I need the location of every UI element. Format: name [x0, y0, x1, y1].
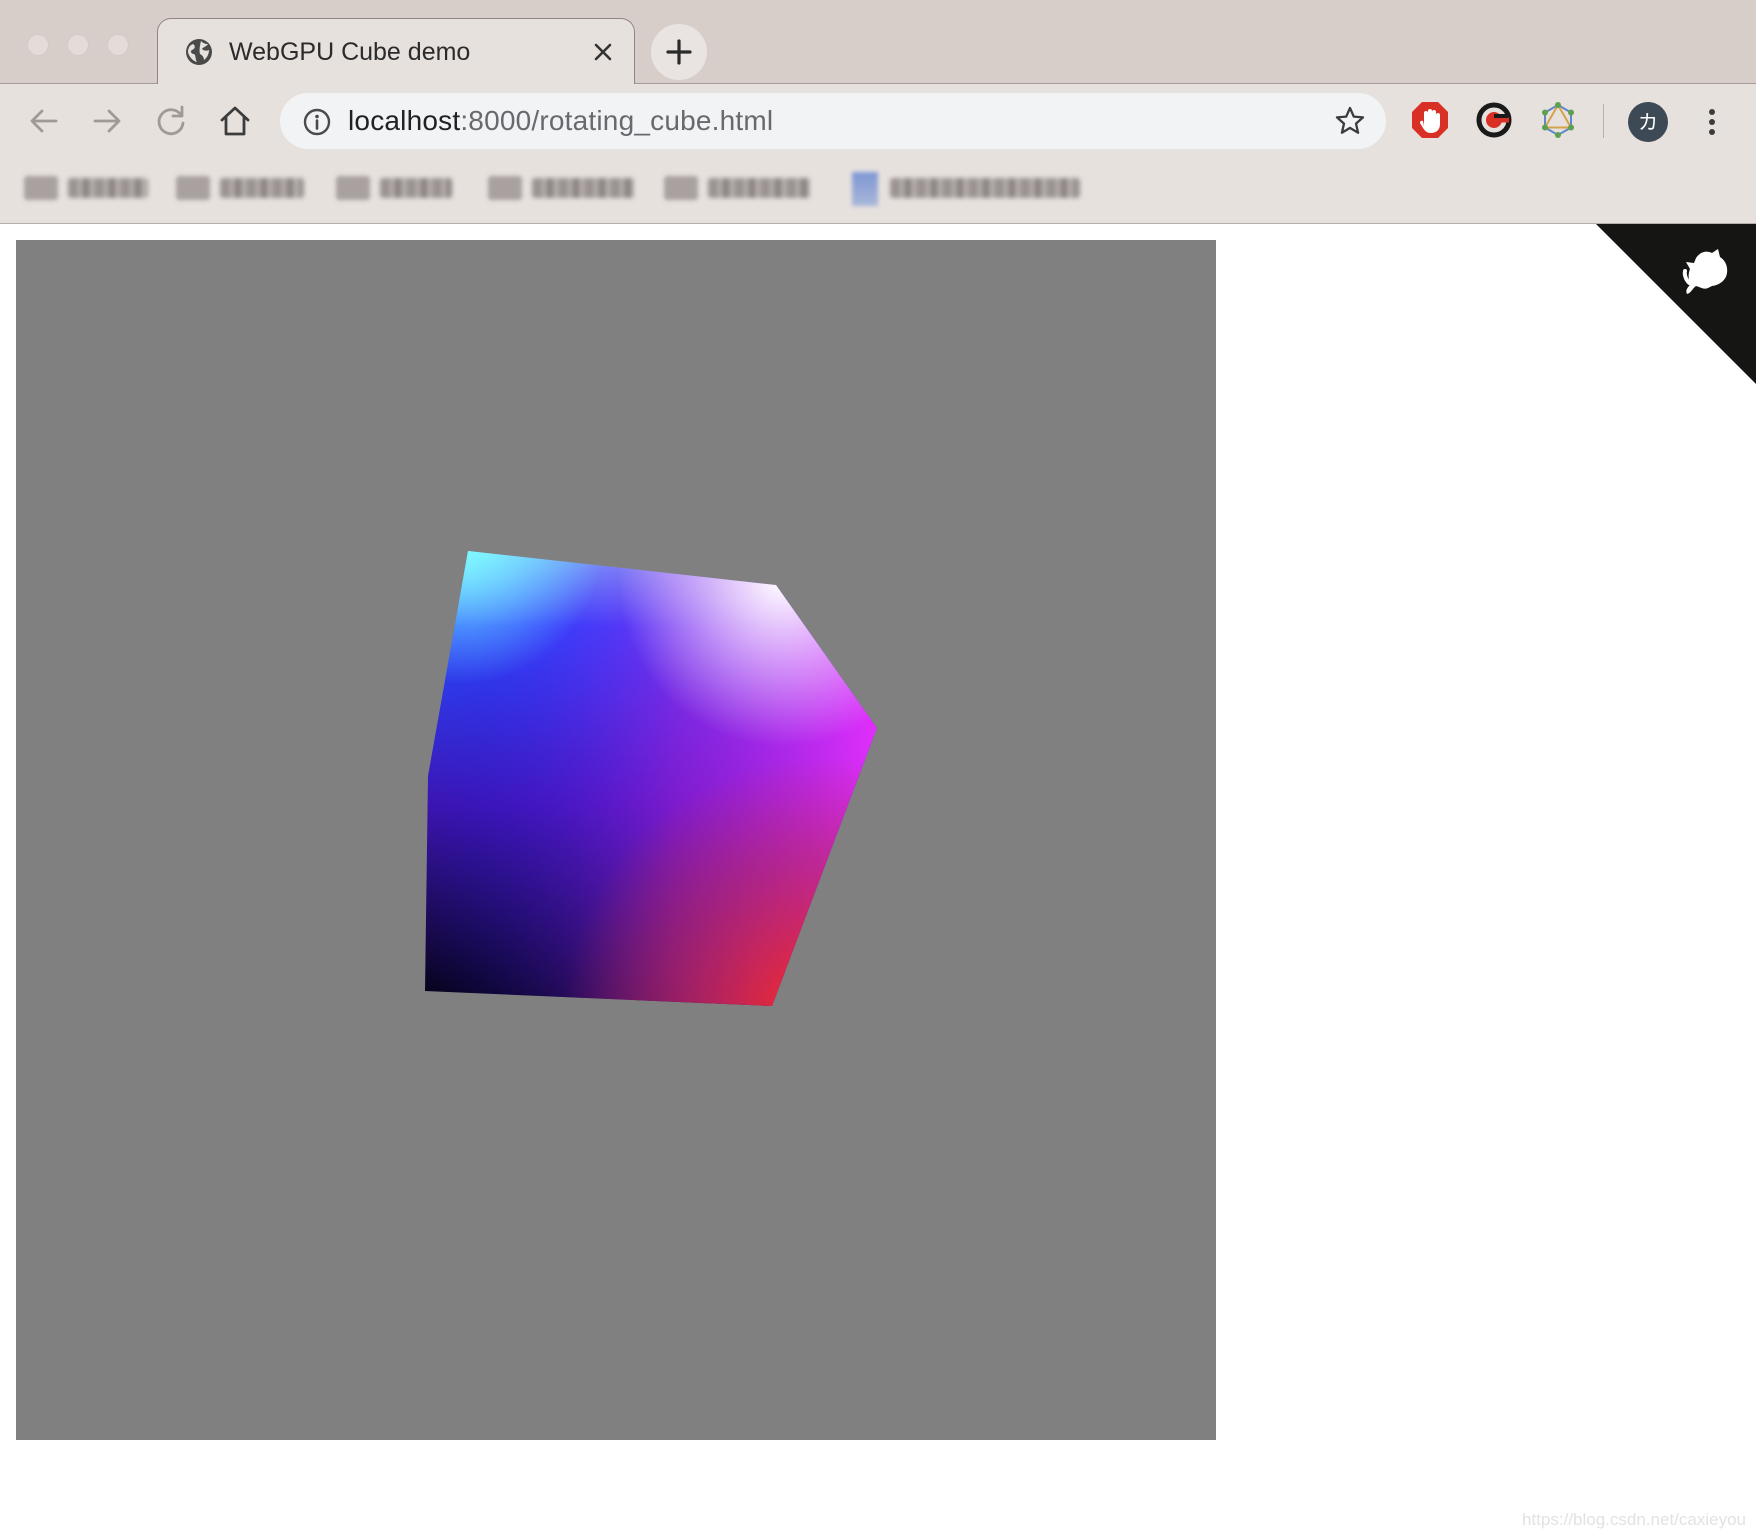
- github-octocat-icon[interactable]: [1596, 224, 1756, 384]
- bookmark-folder-4[interactable]: [488, 170, 640, 206]
- url-host: localhost: [348, 105, 461, 136]
- bookmark-folder-5[interactable]: [664, 170, 816, 206]
- watermark-text: https://blog.csdn.net/caxieyou: [1522, 1510, 1746, 1529]
- plus-icon: [666, 39, 692, 65]
- profile-avatar[interactable]: カ: [1628, 102, 1668, 142]
- star-icon[interactable]: [1334, 105, 1366, 137]
- new-tab-button[interactable]: [651, 24, 707, 80]
- window-minimize-light[interactable]: [67, 34, 89, 56]
- folder-icon: [664, 176, 698, 200]
- arrow-left-icon[interactable]: [26, 103, 62, 139]
- adblock-hand-icon[interactable]: [1410, 100, 1450, 140]
- folder-icon: [24, 176, 58, 200]
- bookmark-site-6[interactable]: [846, 170, 1090, 206]
- bookmark-label-blurred: [532, 178, 634, 198]
- globe-icon: [186, 39, 212, 65]
- kebab-menu-icon[interactable]: [1697, 102, 1727, 142]
- bookmark-label-blurred: [68, 178, 148, 198]
- tab-strip: WebGPU Cube demo: [0, 0, 1756, 85]
- bookmark-folder-2[interactable]: [176, 170, 311, 206]
- folder-icon: [176, 176, 210, 200]
- rotating-cube: [425, 551, 877, 1006]
- window-close-light[interactable]: [27, 34, 49, 56]
- bookmark-label-blurred: [708, 178, 810, 198]
- webgpu-canvas[interactable]: [16, 240, 1216, 1440]
- url-text: localhost:8000/rotating_cube.html: [348, 105, 773, 137]
- close-icon[interactable]: [590, 39, 616, 65]
- bookmarks-bar: [0, 158, 1756, 224]
- bookmark-label-blurred: [380, 178, 452, 198]
- browser-window: WebGPU Cube demo localhost:8000/rotating…: [0, 0, 1756, 1536]
- tab-title: WebGPU Cube demo: [229, 38, 471, 66]
- reload-icon[interactable]: [153, 103, 189, 139]
- site-favicon: [852, 172, 878, 206]
- bookmark-label-blurred: [890, 178, 1080, 198]
- extension-g-icon[interactable]: [1474, 100, 1514, 140]
- bookmark-folder-3[interactable]: [336, 170, 460, 206]
- folder-icon: [336, 176, 370, 200]
- graphql-icon[interactable]: [1538, 100, 1578, 140]
- toolbar-separator: [1603, 104, 1604, 138]
- tab-webgpu-cube-demo[interactable]: WebGPU Cube demo: [157, 18, 635, 85]
- folder-icon: [488, 176, 522, 200]
- page-content: https://blog.csdn.net/caxieyou: [0, 224, 1756, 1536]
- address-bar[interactable]: localhost:8000/rotating_cube.html: [280, 93, 1386, 149]
- url-path: :8000/rotating_cube.html: [460, 105, 774, 136]
- window-zoom-light[interactable]: [107, 34, 129, 56]
- home-icon[interactable]: [217, 103, 253, 139]
- arrow-right-icon[interactable]: [89, 103, 125, 139]
- bookmark-label-blurred: [220, 178, 304, 198]
- info-icon[interactable]: [302, 107, 332, 137]
- browser-toolbar: localhost:8000/rotating_cube.html カ: [0, 84, 1756, 158]
- bookmark-folder-1[interactable]: [24, 170, 152, 206]
